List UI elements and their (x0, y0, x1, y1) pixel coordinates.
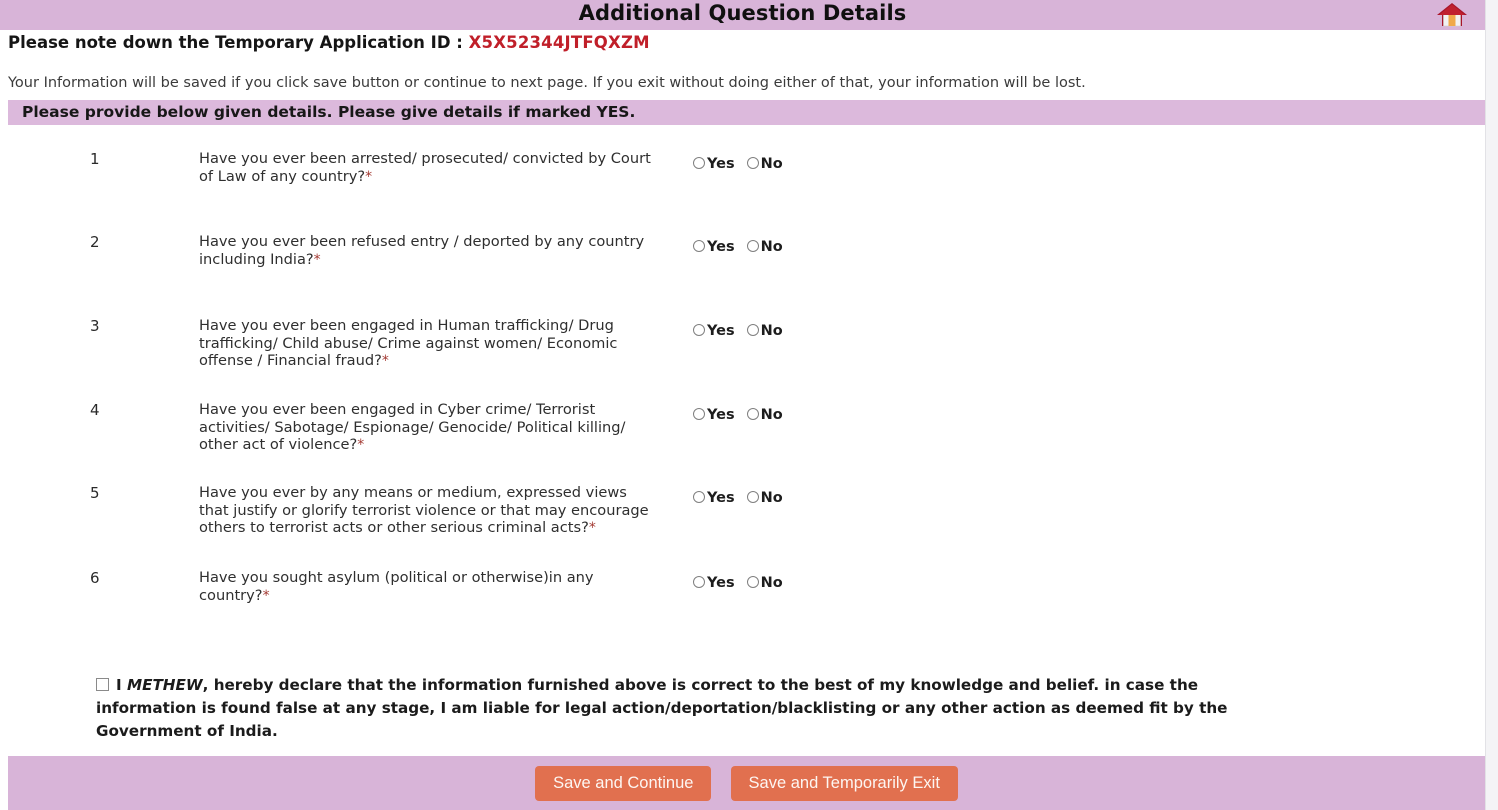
question-number: 1 (90, 150, 100, 168)
questions-list: 1 Have you ever been arrested/ prosecute… (0, 150, 1485, 629)
radio-yes-label: Yes (707, 575, 735, 591)
question-row: 2 Have you ever been refused entry / dep… (0, 233, 1485, 317)
radio-no[interactable] (746, 408, 759, 420)
question-text: Have you ever been refused entry / depor… (199, 233, 651, 269)
radio-no-label: No (760, 156, 783, 172)
question-label: Have you ever been refused entry / depor… (199, 233, 645, 268)
question-options: Yes No (693, 487, 795, 506)
question-options: Yes No (693, 153, 795, 172)
question-row: 6 Have you sought asylum (political or o… (0, 569, 1485, 629)
radio-no-label: No (760, 407, 783, 423)
question-row: 5 Have you ever by any means or medium, … (0, 484, 1485, 569)
radio-yes-label: Yes (707, 407, 735, 423)
radio-no[interactable] (746, 240, 759, 252)
radio-yes-label: Yes (707, 323, 735, 339)
radio-yes[interactable] (693, 157, 705, 169)
required-asterisk: * (357, 437, 365, 453)
instructions-text: Please provide below given details. Plea… (22, 103, 636, 121)
radio-yes[interactable] (693, 408, 705, 420)
question-text: Have you ever been engaged in Cyber crim… (199, 401, 651, 455)
question-label: Have you ever been arrested/ prosecuted/… (199, 150, 651, 185)
required-asterisk: * (588, 520, 596, 536)
temporary-application-id: Please note down the Temporary Applicati… (8, 33, 650, 52)
radio-yes[interactable] (693, 240, 705, 252)
radio-no[interactable] (746, 157, 759, 169)
page-title: Additional Question Details (578, 1, 907, 25)
question-row: 1 Have you ever been arrested/ prosecute… (0, 150, 1485, 233)
declaration-applicant-name: METHEW (126, 676, 203, 694)
question-number: 2 (90, 233, 100, 251)
radio-no-label: No (760, 239, 783, 255)
question-label: Have you sought asylum (political or oth… (199, 569, 594, 604)
radio-yes-label: Yes (707, 490, 735, 506)
footer-buttons: Save and Continue Save and Temporarily E… (8, 766, 1485, 801)
question-row: 4 Have you ever been engaged in Cyber cr… (0, 401, 1485, 484)
radio-no-label: No (760, 323, 783, 339)
page-header-band: Additional Question Details (0, 0, 1485, 30)
question-options: Yes No (693, 404, 795, 423)
declaration-block: I METHEW, hereby declare that the inform… (96, 674, 1271, 743)
required-asterisk: * (365, 168, 373, 185)
question-label: Have you ever been engaged in Cyber crim… (199, 401, 626, 453)
radio-yes[interactable] (693, 324, 705, 336)
question-text: Have you ever by any means or medium, ex… (199, 484, 651, 538)
page-root: Additional Question Details Please note … (0, 0, 1498, 810)
question-number: 4 (90, 401, 100, 419)
save-and-continue-button[interactable]: Save and Continue (535, 766, 712, 801)
question-options: Yes No (693, 572, 795, 591)
instructions-band: Please provide below given details. Plea… (8, 100, 1485, 125)
declaration-prefix: I (116, 676, 127, 694)
question-number: 5 (90, 484, 100, 502)
required-asterisk: * (381, 353, 389, 369)
question-text: Have you sought asylum (political or oth… (199, 569, 651, 605)
question-text: Have you ever been arrested/ prosecuted/… (199, 150, 651, 186)
save-and-temporarily-exit-button[interactable]: Save and Temporarily Exit (730, 766, 958, 801)
appid-label: Please note down the Temporary Applicati… (8, 33, 469, 52)
radio-yes[interactable] (693, 491, 705, 503)
save-notice-text: Your Information will be saved if you cl… (8, 75, 1086, 91)
radio-no-label: No (760, 575, 783, 591)
question-number: 6 (90, 569, 100, 587)
question-number: 3 (90, 317, 100, 335)
required-asterisk: * (313, 251, 321, 268)
declaration-body: , hereby declare that the information fu… (96, 676, 1228, 740)
question-row: 3 Have you ever been engaged in Human tr… (0, 317, 1485, 401)
radio-no[interactable] (746, 576, 759, 588)
radio-no-label: No (760, 490, 783, 506)
right-scroll-gutter (1485, 0, 1498, 810)
declaration-checkbox[interactable] (96, 678, 109, 691)
question-label: Have you ever been engaged in Human traf… (199, 317, 618, 369)
footer-band: Save and Continue Save and Temporarily E… (8, 756, 1485, 810)
radio-yes[interactable] (693, 576, 705, 588)
required-asterisk: * (262, 587, 270, 604)
question-text: Have you ever been engaged in Human traf… (199, 317, 651, 371)
appid-value: X5X52344JTFQXZM (468, 33, 650, 52)
radio-yes-label: Yes (707, 239, 735, 255)
radio-yes-label: Yes (707, 156, 735, 172)
home-icon[interactable] (1435, 1, 1469, 29)
question-options: Yes No (693, 236, 795, 255)
radio-no[interactable] (746, 491, 759, 503)
question-label: Have you ever by any means or medium, ex… (199, 484, 649, 536)
question-options: Yes No (693, 320, 795, 339)
radio-no[interactable] (746, 324, 759, 336)
